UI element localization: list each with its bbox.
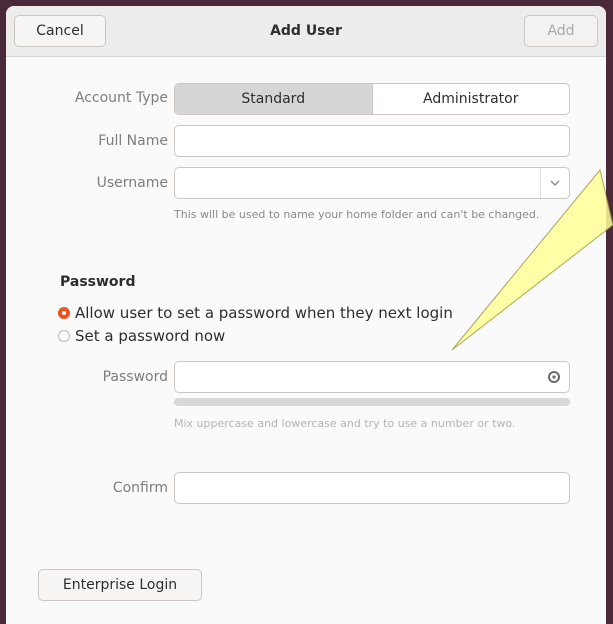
annotation-callout	[451, 168, 613, 351]
